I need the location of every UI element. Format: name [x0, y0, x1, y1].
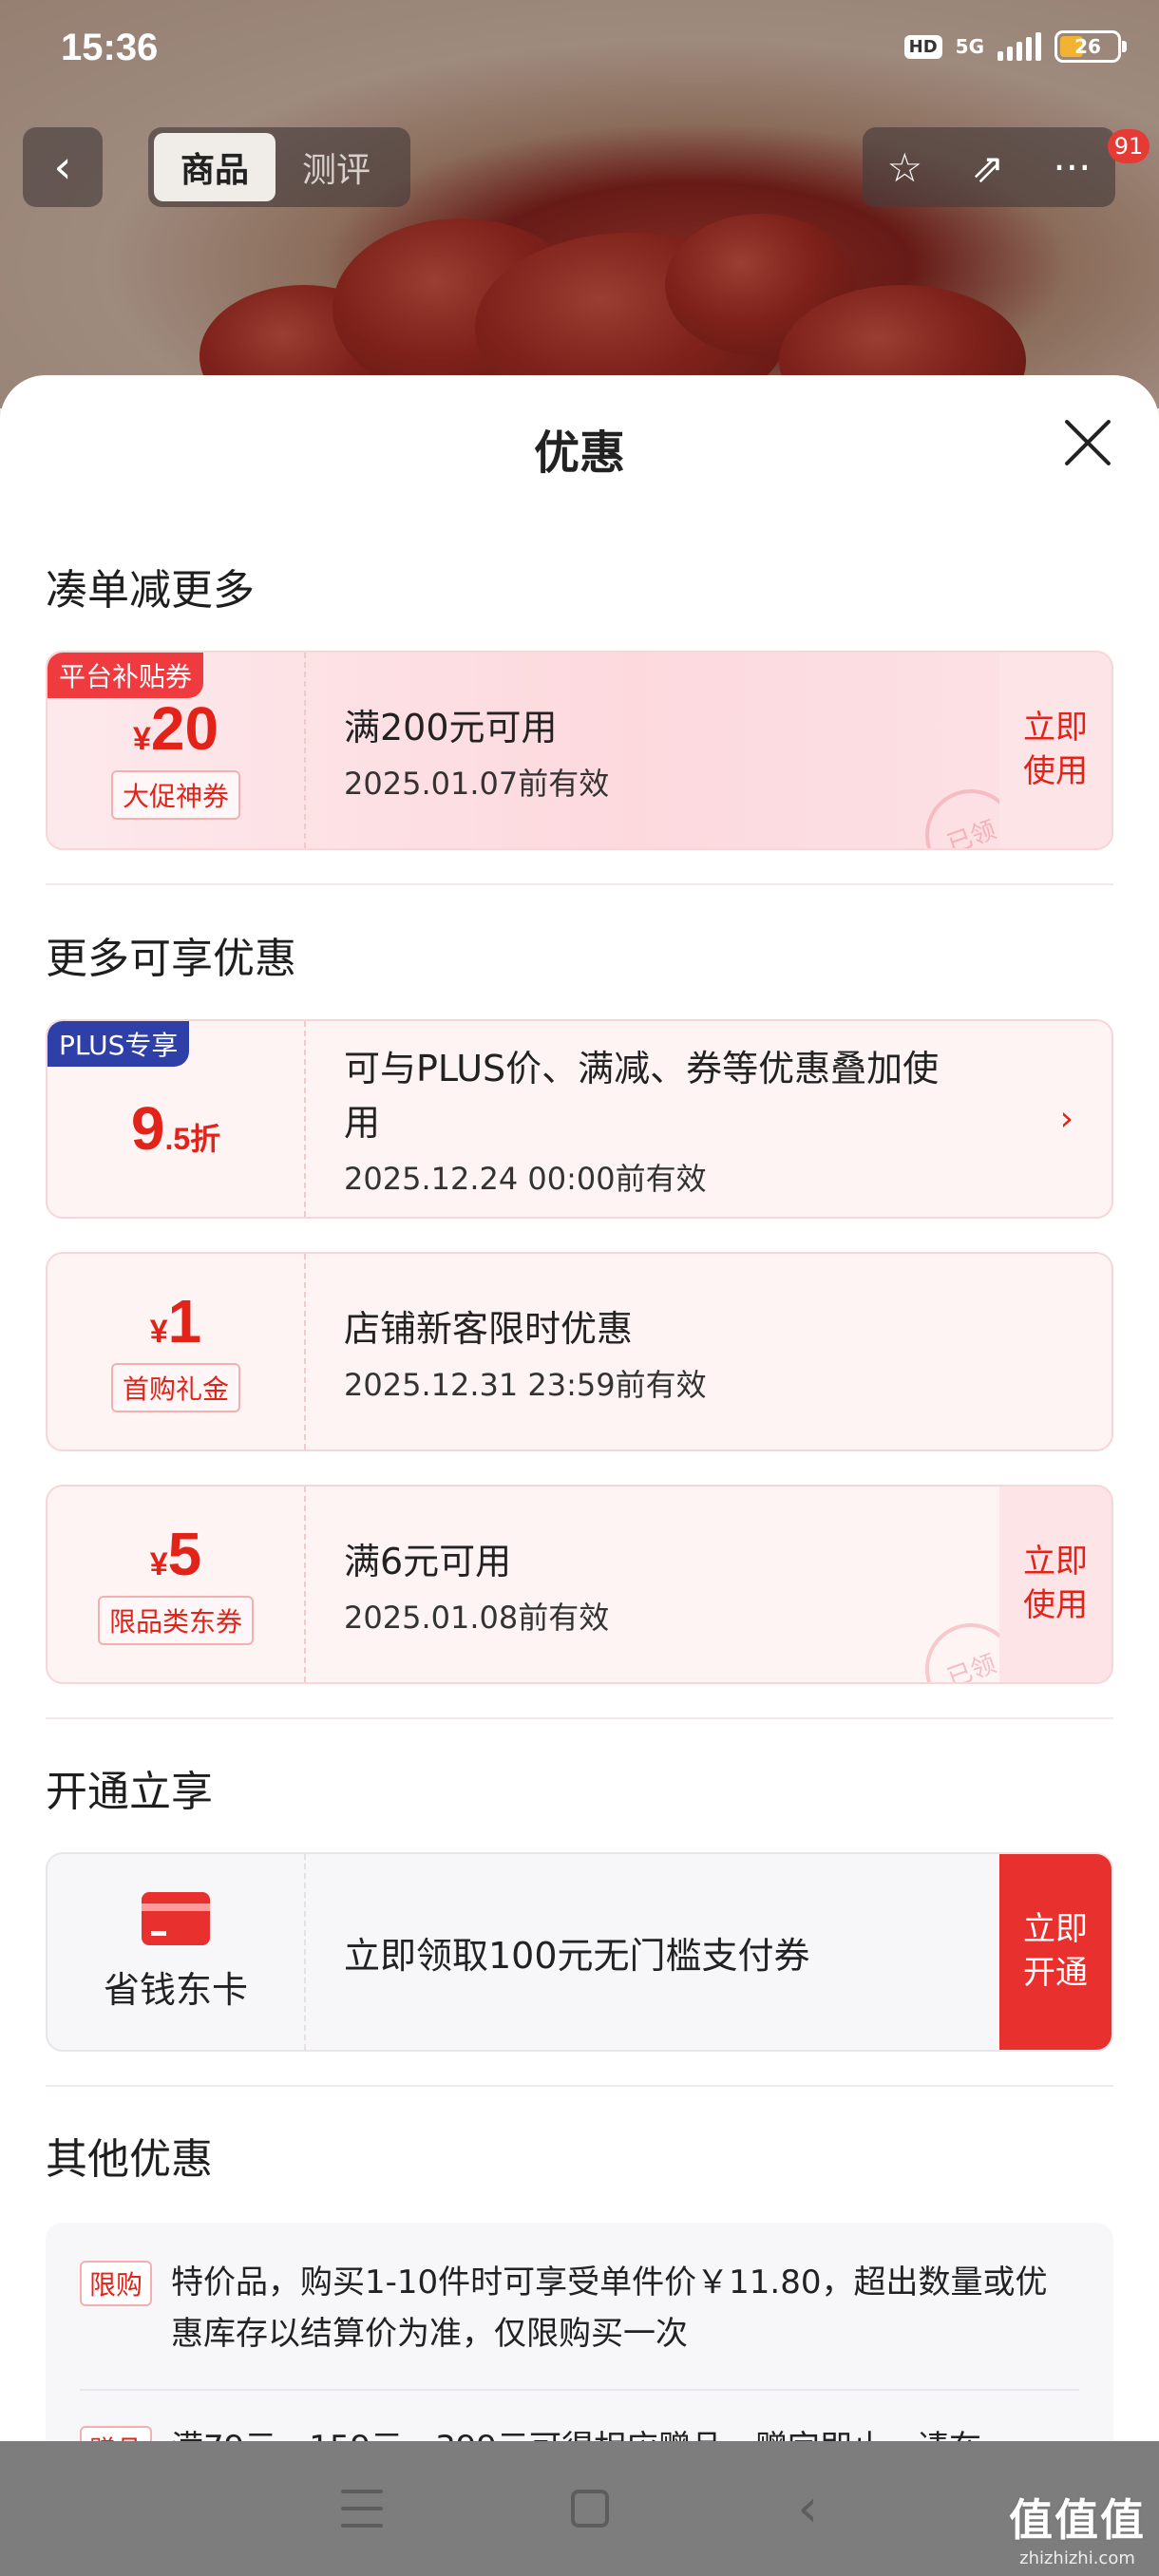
coupon-type-pill: 限品类东券	[97, 1596, 254, 1645]
membership-name: 省钱东卡	[103, 1968, 248, 2011]
section-title-membership: 开通立享	[46, 1768, 213, 1816]
gift-amount: ¥1	[149, 1287, 202, 1355]
coupon-amount: ¥5	[149, 1520, 202, 1588]
battery-icon: 26	[1054, 30, 1127, 63]
coupon-condition: 满6元可用	[344, 1540, 512, 1582]
menu-icon[interactable]	[341, 2490, 384, 2528]
home-icon[interactable]	[571, 2490, 610, 2528]
close-icon[interactable]	[1062, 417, 1113, 468]
discount-expiry: 2025.12.24 00:00前有效	[344, 1161, 707, 1197]
list-item: 限购 特价品，购买1-10件时可享受单件价￥11.80，超出数量或优惠库存以结算…	[80, 2257, 1079, 2360]
tab-switcher: 商品 测评	[148, 127, 410, 207]
status-bar: 15:36 HD 5G 26	[0, 0, 1159, 104]
action-group: ☆ ⇗ ···	[863, 127, 1115, 207]
divider	[46, 1717, 1113, 1719]
coupon-amount: ¥20	[132, 694, 219, 763]
message-count-badge: 91	[1108, 129, 1150, 163]
activate-button[interactable]: 立即 开通	[999, 1854, 1112, 2050]
credit-card-icon	[142, 1891, 210, 1945]
network-type: 5G	[955, 35, 984, 58]
watermark-logo: 值值值 zhizhizhi.com	[1009, 2494, 1146, 2568]
sheet-title: 优惠	[533, 426, 625, 480]
divider	[80, 2389, 1079, 2391]
coupon-expiry: 2025.01.07前有效	[344, 765, 610, 802]
use-now-button[interactable]: 立即 使用	[999, 653, 1112, 848]
back-button[interactable]: ‹	[23, 127, 103, 207]
coupon-card-platform[interactable]: 平台补贴券 ¥20 大促神券 满200元可用 2025.01.07前有效 已领 …	[46, 651, 1113, 850]
chevron-left-icon: ‹	[53, 141, 72, 194]
divider	[46, 2085, 1113, 2087]
system-nav-bar: ‹ 值值值 zhizhizhi.com	[0, 2441, 1159, 2576]
tab-review[interactable]: 测评	[276, 133, 397, 201]
use-now-button[interactable]: 立即 使用	[999, 1487, 1112, 1682]
membership-benefit: 立即领取100元无门槛支付券	[344, 1934, 810, 1977]
limit-tag: 限购	[80, 2261, 153, 2306]
category-coupon-card[interactable]: ¥5 限品类东券 满6元可用 2025.01.08前有效 已领 立即 使用	[46, 1485, 1113, 1684]
hd-icon: HD	[903, 34, 942, 59]
section-title-combine: 凑单减更多	[46, 566, 255, 615]
gift-type-pill: 首购礼金	[110, 1363, 240, 1412]
section-title-other: 其他优惠	[46, 2135, 213, 2184]
plus-discount-card[interactable]: PLUS专享 9.5折 可与PLUS价、满减、券等优惠叠加使 用 2025.12…	[46, 1019, 1113, 1219]
coupon-expiry: 2025.01.08前有效	[344, 1599, 610, 1636]
star-icon[interactable]: ☆	[887, 144, 923, 191]
tab-product[interactable]: 商品	[154, 133, 276, 201]
membership-card[interactable]: 省钱东卡 立即领取100元无门槛支付券 立即 开通	[46, 1852, 1113, 2052]
divider	[46, 883, 1113, 885]
gift-description: 店铺新客限时优惠	[344, 1307, 634, 1350]
section-title-more-offers: 更多可享优惠	[46, 935, 296, 983]
coupon-condition: 满200元可用	[344, 706, 558, 748]
back-icon[interactable]: ‹	[797, 2483, 818, 2534]
discount-amount: 9.5折	[130, 1094, 221, 1163]
discount-description-cont: 用	[344, 1102, 381, 1144]
signal-icon	[998, 32, 1041, 61]
limit-description: 特价品，购买1-10件时可享受单件价￥11.80，超出数量或优惠库存以结算价为准…	[171, 2263, 1048, 2354]
gift-expiry: 2025.12.31 23:59前有效	[344, 1366, 707, 1403]
chevron-right-icon: ›	[1059, 1099, 1074, 1139]
status-time: 15:36	[61, 27, 159, 68]
new-customer-card[interactable]: ¥1 首购礼金 店铺新客限时优惠 2025.12.31 23:59前有效	[46, 1252, 1113, 1451]
share-icon[interactable]: ⇗	[971, 144, 1004, 191]
coupon-type-pill: 大促神券	[110, 770, 240, 820]
more-icon[interactable]: ···	[1053, 144, 1091, 191]
discount-description: 可与PLUS价、满减、券等优惠叠加使	[344, 1048, 940, 1089]
